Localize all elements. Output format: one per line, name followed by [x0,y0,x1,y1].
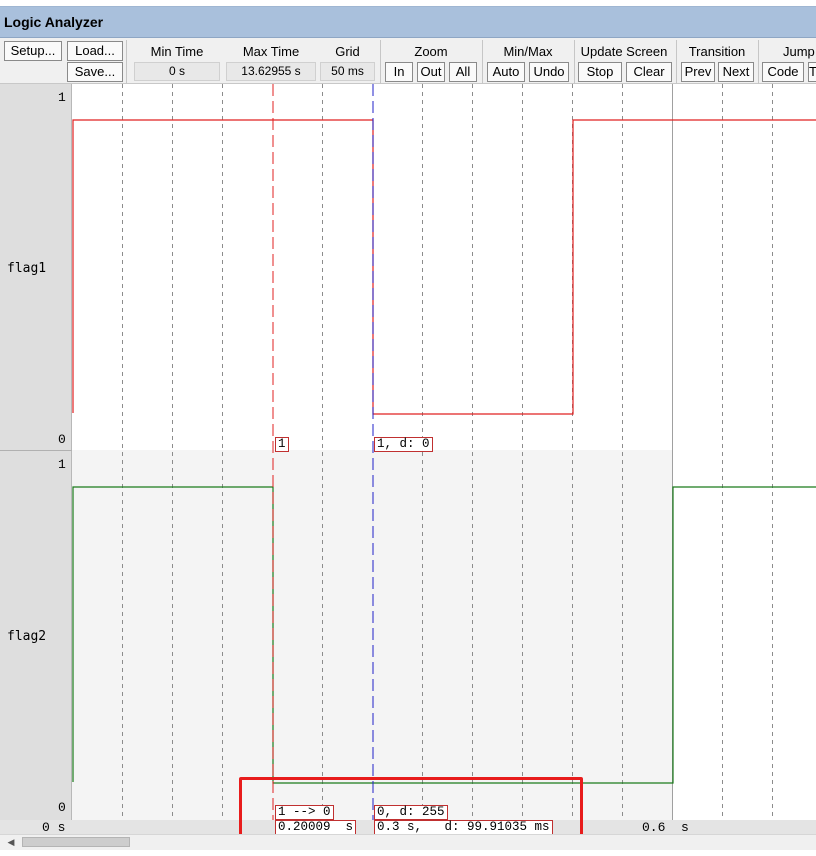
min-time-value: 0 s [134,62,220,81]
save-button[interactable]: Save... [67,62,123,82]
flag1-low-label: 0 [58,432,66,447]
scrollbar-thumb[interactable] [22,837,130,847]
flag1-cursor-tag: 1 [275,437,289,452]
toolbar-separator [126,40,127,84]
prev-button[interactable]: Prev [681,62,715,82]
time-mid-label: 0.6 s [642,820,689,835]
toolbar-separator [574,40,575,84]
code-button[interactable]: Code [762,62,804,82]
title-bar: Logic Analyzer [0,6,816,38]
flag1-high-label: 1 [58,90,66,105]
flag1-cursor2-tag: 1, d: 0 [374,437,433,452]
grid-label: Grid [335,44,360,59]
scroll-left-icon[interactable]: ◀ [4,835,18,849]
flag2-row-background [72,450,672,820]
update-screen-label: Update Screen [580,44,668,59]
max-time-value: 13.62955 s [226,62,316,81]
transition-label: Transition [688,44,746,59]
signal-name-panel [0,84,72,820]
minmax-label: Min/Max [503,44,553,59]
max-time-label: Max Time [242,44,300,59]
signal-divider [0,450,72,451]
min-time-label: Min Time [150,44,204,59]
flag2-high-label: 1 [58,457,66,472]
toolbar-separator [482,40,483,84]
flag2-low-label: 0 [58,800,66,815]
flag1-waveform [72,119,816,415]
clear-button[interactable]: Clear [626,62,672,82]
zoom-label: Zoom [414,44,448,59]
jump-label: Jump t [782,44,816,59]
next-button[interactable]: Next [718,62,754,82]
waveform-area[interactable] [72,84,816,820]
zoom-out-button[interactable]: Out [417,62,445,82]
undo-button[interactable]: Undo [529,62,569,82]
trace-button[interactable]: T [808,62,816,82]
auto-button[interactable]: Auto [487,62,525,82]
window-title: Logic Analyzer [4,14,104,30]
signal-name-flag2[interactable]: flag2 [7,629,46,644]
toolbar-separator [676,40,677,84]
zoom-all-button[interactable]: All [449,62,477,82]
zoom-in-button[interactable]: In [385,62,413,82]
setup-button[interactable]: Setup... [4,41,62,61]
time-start-label: 0 s [42,820,66,835]
stop-button[interactable]: Stop [578,62,622,82]
toolbar-separator [380,40,381,84]
signal-name-flag1[interactable]: flag1 [7,261,46,276]
load-button[interactable]: Load... [67,41,123,61]
grid-value: 50 ms [320,62,375,81]
